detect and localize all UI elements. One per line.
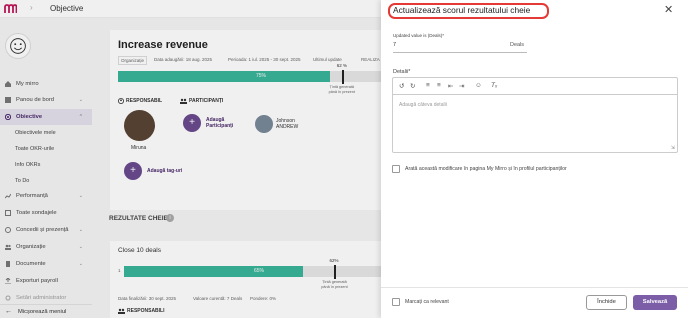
input-underline [393,52,527,53]
update-score-panel: Actualizează scorul rezultatului cheie ✕… [381,0,688,318]
outdent-icon[interactable]: ⇤ [448,82,453,90]
mark-relevant-label: Marcați ca relevant [405,299,449,305]
updated-value-input[interactable]: 7 [393,42,396,48]
details-placeholder: Adaugă câteva detalii [399,102,447,108]
redo-icon[interactable]: ↻ [410,82,415,90]
resize-handle-icon[interactable]: ⇲ [671,145,675,151]
unit-label: Deals [510,42,525,48]
details-label: Detalii* [393,69,411,75]
numbered-list-icon[interactable]: ≡ [426,82,430,89]
editor-toolbar: ↺ ↻ ≡ ≡ ⇤ ⇥ ☺ Tₓ [393,78,677,95]
emoji-icon[interactable]: ☺ [475,82,482,89]
indent-icon[interactable]: ⇥ [459,82,464,90]
save-button[interactable]: Salvează [633,295,677,310]
show-change-checkbox[interactable] [392,165,400,173]
details-editor[interactable]: ↺ ↻ ≡ ≡ ⇤ ⇥ ☺ Tₓ Adaugă câteva detalii ⇲ [392,77,678,153]
mark-relevant-checkbox[interactable] [392,298,400,306]
panel-title: Actualizează scorul rezultatului cheie [393,5,531,15]
close-icon[interactable]: ✕ [664,3,673,16]
show-change-label: Arată această modificare în pagina My Mi… [405,166,567,172]
undo-icon[interactable]: ↺ [399,82,404,90]
close-button[interactable]: Închide [586,295,627,310]
bullet-list-icon[interactable]: ≡ [437,82,441,89]
overlay-dim[interactable] [0,0,381,318]
footer-divider [381,287,688,288]
clear-format-icon[interactable]: Tₓ [491,82,497,89]
updated-value-label: Updated value is (Deals)* [393,33,445,38]
